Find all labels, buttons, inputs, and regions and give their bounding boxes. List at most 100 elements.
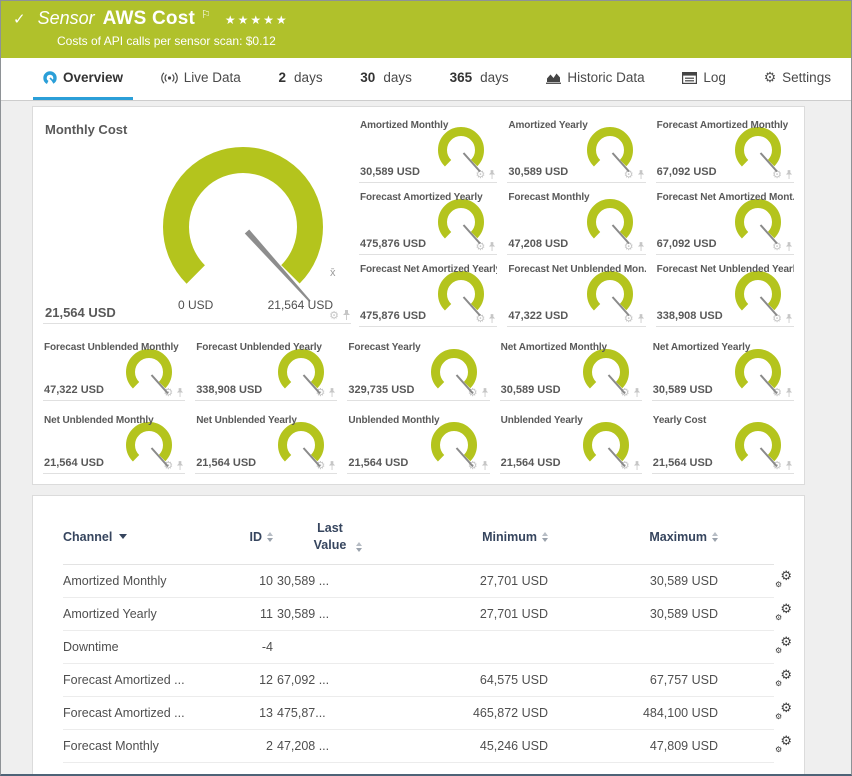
gauge-title: Amortized Yearly — [508, 120, 588, 131]
gauge-card[interactable]: Forecast Unblended Yearly 338,908 USD ⚙ — [195, 339, 338, 401]
table-row: Forecast Amortized ... 12 67,092 ... 64,… — [63, 664, 792, 697]
gauge-title: Net Amortized Monthly — [500, 342, 608, 353]
channel-settings-gear-icon[interactable]: ⚙ — [329, 310, 339, 321]
priority-stars[interactable]: ★★★★★ — [225, 13, 289, 27]
pin-icon[interactable] — [637, 169, 645, 180]
channel-gauge — [734, 127, 781, 173]
column-header-channel[interactable]: Channel — [63, 530, 228, 544]
channel-gauge — [430, 349, 477, 395]
edit-channel-gears-icon[interactable]: ⚙ ⚙ — [775, 569, 792, 589]
tab-label: Live Data — [183, 70, 241, 85]
pin-icon[interactable] — [481, 387, 489, 398]
channel-minimum: 27,701 USD — [479, 606, 548, 621]
primary-gauge-card[interactable]: Monthly Cost x̄ 0 USD 21,564 USD 21,564 … — [43, 117, 351, 324]
column-header-maximum[interactable]: Maximum — [548, 530, 718, 544]
pin-icon[interactable] — [633, 387, 641, 398]
pin-icon[interactable] — [785, 313, 793, 324]
tab-2-days[interactable]: 2 days — [269, 58, 333, 100]
channel-gauge — [586, 271, 633, 317]
sort-icon[interactable] — [712, 531, 718, 542]
channel-gauge — [278, 349, 325, 395]
pin-icon[interactable] — [488, 241, 496, 252]
tab-number: 365 — [449, 70, 473, 85]
tab-log[interactable]: Log — [672, 58, 736, 100]
tab-overview[interactable]: Overview — [33, 58, 134, 100]
tab-historic-data[interactable]: Historic Data — [536, 58, 654, 100]
gauge-card[interactable]: Unblended Monthly 21,564 USD ⚙ — [347, 412, 490, 474]
header-label: Last Value — [313, 521, 347, 552]
channel-name-link[interactable]: Downtime — [63, 640, 228, 654]
sensor-subtitle: Costs of API calls per sensor scan: $0.1… — [57, 34, 276, 48]
edit-channel-gears-icon[interactable]: ⚙ ⚙ — [775, 701, 792, 721]
tab-30-days[interactable]: 30 days — [350, 58, 422, 100]
tab-label: Overview — [63, 70, 124, 85]
gauge-card[interactable]: Forecast Monthly 47,208 USD ⚙ — [507, 189, 646, 255]
gauge-card[interactable]: Amortized Monthly 30,589 USD ⚙ — [359, 117, 498, 183]
gauge-title: Forecast Net Amortized Yearly — [360, 264, 498, 275]
gauge-card[interactable]: Forecast Net Unblended Yearly 338,908 US… — [655, 261, 794, 327]
gauge-value: 67,092 USD — [656, 238, 717, 250]
pin-icon[interactable] — [328, 460, 336, 471]
gauge-card[interactable]: Yearly Cost 21,564 USD ⚙ — [651, 412, 794, 474]
gauge-card[interactable]: Net Unblended Monthly 21,564 USD ⚙ — [43, 412, 186, 474]
pin-icon[interactable] — [785, 387, 793, 398]
column-header-minimum[interactable]: Minimum — [398, 530, 548, 544]
gauge-card[interactable]: Amortized Yearly 30,589 USD ⚙ — [507, 117, 646, 183]
gauge-card[interactable]: Forecast Unblended Monthly 47,322 USD ⚙ — [43, 339, 186, 401]
sort-icon[interactable] — [356, 541, 362, 552]
tab-365-days[interactable]: 365 days — [440, 58, 519, 100]
pin-icon[interactable] — [633, 460, 641, 471]
pin-icon[interactable] — [785, 460, 793, 471]
channel-name-link[interactable]: Forecast Amortized ... — [63, 673, 228, 687]
gauge-card[interactable]: Forecast Net Amortized Mont... 67,092 US… — [655, 189, 794, 255]
gauge-card[interactable]: Forecast Amortized Yearly 475,876 USD ⚙ — [359, 189, 498, 255]
tab-settings[interactable]: ⚙ Settings — [754, 58, 841, 100]
gauge-card[interactable]: Unblended Yearly 21,564 USD ⚙ — [499, 412, 642, 474]
flag-icon[interactable]: ⚐ — [201, 8, 211, 21]
channel-name-link[interactable]: Forecast Monthly — [63, 739, 228, 753]
primary-gauge — [163, 147, 323, 307]
pin-icon[interactable] — [176, 460, 184, 471]
gauge-card[interactable]: Net Amortized Yearly 30,589 USD ⚙ — [651, 339, 794, 401]
edit-channel-gears-icon[interactable]: ⚙ ⚙ — [775, 734, 792, 754]
gauge-card[interactable]: Forecast Net Amortized Yearly 475,876 US… — [359, 261, 498, 327]
pin-icon[interactable] — [785, 241, 793, 252]
table-row: Downtime -4 ⚙ ⚙ — [63, 631, 792, 664]
gauge-title: Forecast Monthly — [508, 192, 590, 203]
pin-icon[interactable] — [488, 169, 496, 180]
gauge-value: 21,564 USD — [196, 457, 257, 469]
channel-name-link[interactable]: Forecast Amortized ... — [63, 706, 228, 720]
gauge-card[interactable]: Forecast Yearly 329,735 USD ⚙ — [347, 339, 490, 401]
pin-icon[interactable] — [328, 387, 336, 398]
table-header-row: Channel ID Last Value Minimum Maximum — [63, 520, 774, 565]
channel-last-value: 67,092 ... — [277, 672, 330, 687]
sort-desc-icon[interactable] — [119, 534, 128, 540]
edit-channel-gears-icon[interactable]: ⚙ ⚙ — [775, 668, 792, 688]
channel-name-link[interactable]: Amortized Yearly — [63, 607, 228, 621]
gauge-value: 47,208 USD — [508, 238, 569, 250]
column-header-id[interactable]: ID — [228, 530, 273, 544]
pin-icon[interactable] — [637, 313, 645, 324]
channel-name-link[interactable]: Amortized Monthly — [63, 574, 228, 588]
pin-icon[interactable] — [637, 241, 645, 252]
gauge-grid-right: Amortized Monthly 30,589 USD ⚙ Amortized… — [359, 117, 794, 327]
tab-label: days — [480, 70, 509, 85]
edit-channel-gears-icon[interactable]: ⚙ ⚙ — [775, 635, 792, 655]
gauge-card[interactable]: Net Amortized Monthly 30,589 USD ⚙ — [499, 339, 642, 401]
pin-icon[interactable] — [481, 460, 489, 471]
gauge-card[interactable]: Net Unblended Yearly 21,564 USD ⚙ — [195, 412, 338, 474]
pin-icon[interactable] — [488, 313, 496, 324]
tab-live-data[interactable]: Live Data — [151, 58, 251, 100]
column-header-last-value[interactable]: Last Value — [273, 520, 398, 554]
pin-icon[interactable] — [342, 310, 351, 321]
pin-icon[interactable] — [785, 169, 793, 180]
gauge-card[interactable]: Forecast Net Unblended Mon... 47,322 USD… — [507, 261, 646, 327]
pin-icon[interactable] — [176, 387, 184, 398]
gauge-value: 30,589 USD — [360, 166, 420, 178]
channel-gauge — [734, 422, 781, 468]
edit-channel-gears-icon[interactable]: ⚙ ⚙ — [775, 602, 792, 622]
tab-number: 30 — [360, 70, 376, 85]
table-row: Amortized Monthly 10 30,589 ... 27,701 U… — [63, 565, 792, 598]
channel-minimum: 465,872 USD — [472, 705, 548, 720]
gauge-card[interactable]: Forecast Amortized Monthly 67,092 USD ⚙ — [655, 117, 794, 183]
